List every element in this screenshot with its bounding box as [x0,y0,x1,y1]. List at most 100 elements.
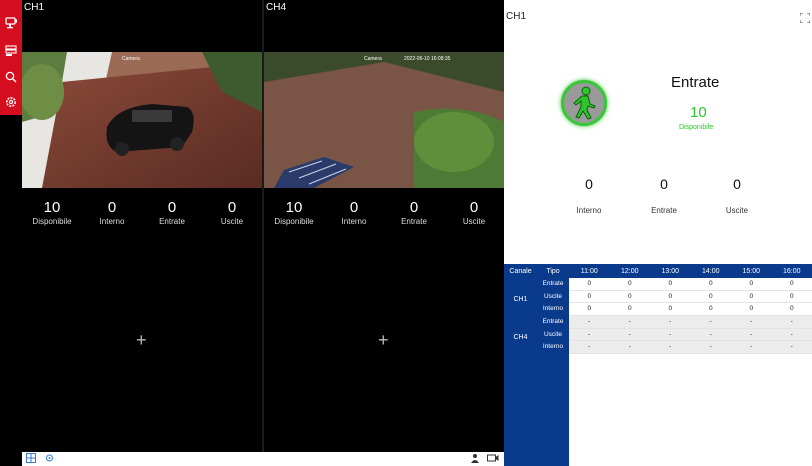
table-row: Uscite - - - - - - [504,328,812,341]
stat-entrate: 0 Entrate [384,200,444,232]
network-icon[interactable] [44,453,55,466]
stat-label: Interno [99,217,125,226]
tipo-cell: Entrate [542,280,564,287]
tipo-cell: Uscite [543,330,563,338]
value-cell: - [750,343,753,350]
stat-label: Uscite [220,217,244,226]
stat-interno: 0 Interno [82,200,142,232]
value-cell: 0 [587,280,592,287]
entrate-value: 0 [660,176,668,192]
value-cell: - [669,343,672,350]
playback-icon[interactable] [2,42,20,60]
settings-icon[interactable] [2,93,20,111]
stat-label: Entrate [159,217,185,226]
record-icon[interactable] [487,453,499,466]
stat-label: Uscite [462,217,486,226]
tipo-cell: Interno [542,343,564,350]
stat-value: 0 [349,199,359,216]
interno-value: 0 [585,176,593,192]
table-header: Canale Tipo 11:00 12:00 13:00 14:00 15:0… [504,264,812,278]
panel-title: CH1 [506,11,527,22]
value-cell: - [669,330,672,338]
stat-uscite: 0 Uscite [202,200,262,232]
col-header-hour: 13:00 [661,267,680,275]
value-cell: 0 [668,280,673,287]
cam1-overlay-text: Camera [122,56,140,62]
stat-value: 0 [227,199,237,216]
stat-value: 0 [469,199,479,216]
stat-interno: 0 Interno [324,200,384,232]
channel-label: CH1 [24,2,45,13]
value-cell: 0 [627,280,632,287]
search-icon[interactable] [2,68,20,86]
value-cell: - [628,330,631,338]
channel-tile-ch1[interactable]: CH1 Camera 10 Disponibile 0 Interno 0 En… [22,0,262,240]
people-counting-panel: CH1 Entrate 10 Disponibile 0 Interno 0 E… [504,0,812,466]
value-cell: - [628,343,631,350]
col-header-canale: Canale [509,267,532,275]
table-row: Interno 0 0 0 0 0 0 [504,303,812,316]
entrate-stat: 0 Entrate [634,176,694,215]
stat-value: 10 [285,199,303,216]
value-cell: 0 [708,280,713,287]
add-channel-icon[interactable]: + [136,330,147,351]
nvr-live-view: CH1 Camera 10 Disponibile 0 Interno 0 En… [0,0,812,466]
value-cell: 0 [668,305,673,312]
value-cell: - [790,318,793,325]
value-cell: - [709,330,712,338]
value-cell: - [709,318,712,325]
value-cell: 0 [789,292,794,300]
stat-label: Disponibile [32,217,72,226]
col-header-tipo: Tipo [546,267,560,275]
value-cell: 0 [587,305,592,312]
channel-label: CH4 [266,2,287,13]
cam4-overlay-text: Camera [364,56,382,62]
col-header-hour: 14:00 [701,267,720,275]
stat-value: 10 [43,199,61,216]
value-cell: - [750,330,753,338]
grid-layout-icon[interactable] [26,453,36,466]
stat-value: 0 [167,199,177,216]
stat-label: Entrate [401,217,427,226]
interno-stat: 0 Interno [559,176,619,215]
value-cell: 0 [668,292,673,300]
value-cell: - [588,343,591,350]
uscite-label: Uscite [725,206,749,215]
stat-disponibile: 10 Disponibile [264,200,324,232]
hourly-count-table: Canale Tipo 11:00 12:00 13:00 14:00 15:0… [504,264,812,466]
table-row: Entrate - - - - - - [504,316,812,329]
value-cell: 0 [708,305,713,312]
stat-label: Interno [341,217,367,226]
value-cell: - [669,318,672,325]
stat-value: 0 [107,199,117,216]
value-cell: 0 [789,280,794,287]
add-channel-icon[interactable]: + [378,330,389,351]
grid-divider [262,0,264,452]
empty-channel-tile[interactable]: + [22,242,262,452]
uscite-value: 0 [733,176,741,192]
interno-label: Interno [576,206,602,215]
value-cell: 0 [627,292,632,300]
value-cell: - [588,318,591,325]
table-body: CH1 CH4 Entrate 000000 Uscite 000000 Int… [504,278,812,466]
camera-icon[interactable] [2,14,20,32]
value-cell: 0 [749,292,754,300]
value-cell: 0 [587,292,592,300]
stat-uscite: 0 Uscite [444,200,504,232]
stat-label: Disponibile [274,217,314,226]
value-cell: 0 [789,305,794,312]
value-cell: 0 [749,280,754,287]
table-row: Entrate 0 0 0 0 0 0 [504,278,812,291]
video-grid: CH1 Camera 10 Disponibile 0 Interno 0 En… [22,0,504,452]
bottom-toolbar [22,452,504,466]
channel-tile-ch4[interactable]: CH4 Camera 2022-06-10 16:08:35 10 Disponi… [264,0,504,240]
table-row: Interno - - - - - - [504,341,812,354]
fullscreen-icon[interactable] [799,12,811,26]
tipo-cell: Interno [542,305,564,312]
empty-channel-tile[interactable]: + [264,242,504,452]
user-icon[interactable] [470,453,480,466]
value-cell: - [790,343,793,350]
col-header-hour: 16:00 [782,267,801,275]
value-cell: - [628,318,631,325]
stat-entrate: 0 Entrate [142,200,202,232]
